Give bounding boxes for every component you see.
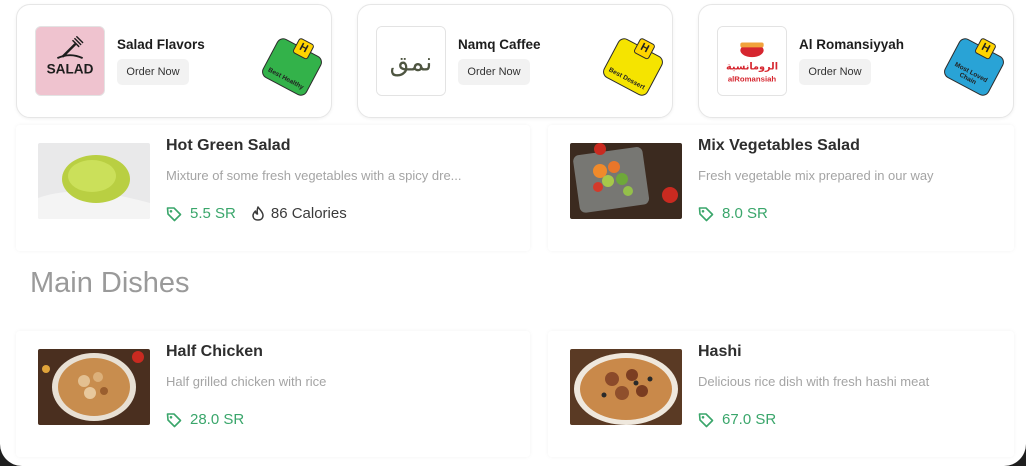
restaurant-card-salad-flavors[interactable]: SALAD Salad Flavors Order Now H Best Hea… bbox=[16, 4, 332, 118]
dish-price: 8.0 SR bbox=[698, 205, 768, 222]
dish-title: Half Chicken bbox=[166, 343, 263, 360]
order-now-button[interactable]: Order Now bbox=[799, 59, 871, 85]
badge-label: Most Loved Chain bbox=[953, 61, 989, 87]
restaurant-logo: SALAD bbox=[35, 26, 105, 96]
price-tag-icon bbox=[166, 412, 182, 427]
dish-price: 5.5 SR bbox=[166, 205, 236, 222]
dish-meta: 28.0 SR bbox=[166, 411, 244, 428]
restaurant-logo: نمق bbox=[376, 26, 446, 96]
dish-meta: 8.0 SR bbox=[698, 205, 768, 222]
namq-logo-icon: نمق bbox=[377, 27, 445, 95]
dish-image bbox=[38, 143, 150, 219]
vegetable-salad-image-icon bbox=[570, 143, 682, 219]
badge-label: Best Dessert bbox=[607, 66, 646, 92]
dish-price: 28.0 SR bbox=[166, 411, 244, 428]
restaurant-card-al-romansiyyah[interactable]: الرومانسية alRomansiah Al Romansiyyah Or… bbox=[698, 4, 1014, 118]
dish-title: Hot Green Salad bbox=[166, 137, 291, 154]
romansiah-logo-icon: الرومانسية alRomansiah bbox=[718, 27, 786, 95]
restaurant-name: Al Romansiyyah bbox=[799, 37, 905, 52]
svg-text:الرومانسية: الرومانسية bbox=[726, 62, 778, 73]
dish-meta: 67.0 SR bbox=[698, 411, 776, 428]
dish-description: Fresh vegetable mix prepared in our way bbox=[698, 168, 934, 183]
badge-h-icon: H bbox=[973, 37, 997, 61]
dish-title: Hashi bbox=[698, 343, 742, 360]
best-healthy-badge: H Best Healthy bbox=[259, 35, 325, 99]
price-tag-icon bbox=[698, 206, 714, 221]
price-value: 5.5 SR bbox=[190, 205, 236, 222]
restaurant-logo: الرومانسية alRomansiah bbox=[717, 26, 787, 96]
dish-calories: 86 Calories bbox=[252, 205, 347, 222]
dish-card-hot-green-salad[interactable]: Hot Green Salad Mixture of some fresh ve… bbox=[16, 125, 530, 251]
calories-value: 86 Calories bbox=[270, 205, 347, 222]
hashi-image-icon bbox=[570, 349, 682, 425]
price-value: 8.0 SR bbox=[722, 205, 768, 222]
dish-card-mix-vegetables-salad[interactable]: Mix Vegetables Salad Fresh vegetable mix… bbox=[548, 125, 1014, 251]
dish-image bbox=[570, 143, 682, 219]
dish-description: Delicious rice dish with fresh hashi mea… bbox=[698, 374, 930, 389]
price-tag-icon bbox=[166, 206, 182, 221]
price-tag-icon bbox=[698, 412, 714, 427]
badge-h-icon: H bbox=[291, 37, 315, 61]
svg-text:نمق: نمق bbox=[390, 48, 433, 77]
dish-card-hashi[interactable]: Hashi Delicious rice dish with fresh has… bbox=[548, 331, 1014, 457]
app-frame: SALAD Salad Flavors Order Now H Best Hea… bbox=[0, 0, 1026, 466]
restaurant-card-namq-caffee[interactable]: نمق Namq Caffee Order Now H Best Dessert bbox=[357, 4, 673, 118]
dish-card-half-chicken[interactable]: Half Chicken Half grilled chicken with r… bbox=[16, 331, 530, 457]
most-loved-chain-badge: H Most Loved Chain bbox=[941, 35, 1007, 99]
restaurant-name: Namq Caffee bbox=[458, 37, 541, 52]
dish-description: Half grilled chicken with rice bbox=[166, 374, 327, 389]
badge-h-icon: H bbox=[632, 37, 656, 61]
half-chicken-image-icon bbox=[38, 349, 150, 425]
dish-description: Mixture of some fresh vegetables with a … bbox=[166, 168, 462, 183]
badge-label: Best Healthy bbox=[266, 66, 305, 92]
svg-text:SALAD: SALAD bbox=[47, 62, 94, 77]
dish-image bbox=[38, 349, 150, 425]
order-now-button[interactable]: Order Now bbox=[117, 59, 189, 85]
price-value: 28.0 SR bbox=[190, 411, 245, 428]
dish-meta: 5.5 SR 86 Calories bbox=[166, 205, 347, 222]
dish-image bbox=[570, 349, 682, 425]
flame-icon bbox=[252, 206, 264, 221]
order-now-button[interactable]: Order Now bbox=[458, 59, 530, 85]
restaurant-name: Salad Flavors bbox=[117, 37, 205, 52]
svg-text:alRomansiah: alRomansiah bbox=[728, 74, 777, 83]
green-salad-image-icon bbox=[38, 143, 150, 219]
dish-price: 67.0 SR bbox=[698, 411, 776, 428]
best-dessert-badge: H Best Dessert bbox=[600, 35, 666, 99]
section-title-main-dishes: Main Dishes bbox=[30, 267, 190, 299]
salad-logo-icon: SALAD bbox=[36, 27, 104, 95]
price-value: 67.0 SR bbox=[722, 411, 777, 428]
dish-title: Mix Vegetables Salad bbox=[698, 137, 860, 154]
